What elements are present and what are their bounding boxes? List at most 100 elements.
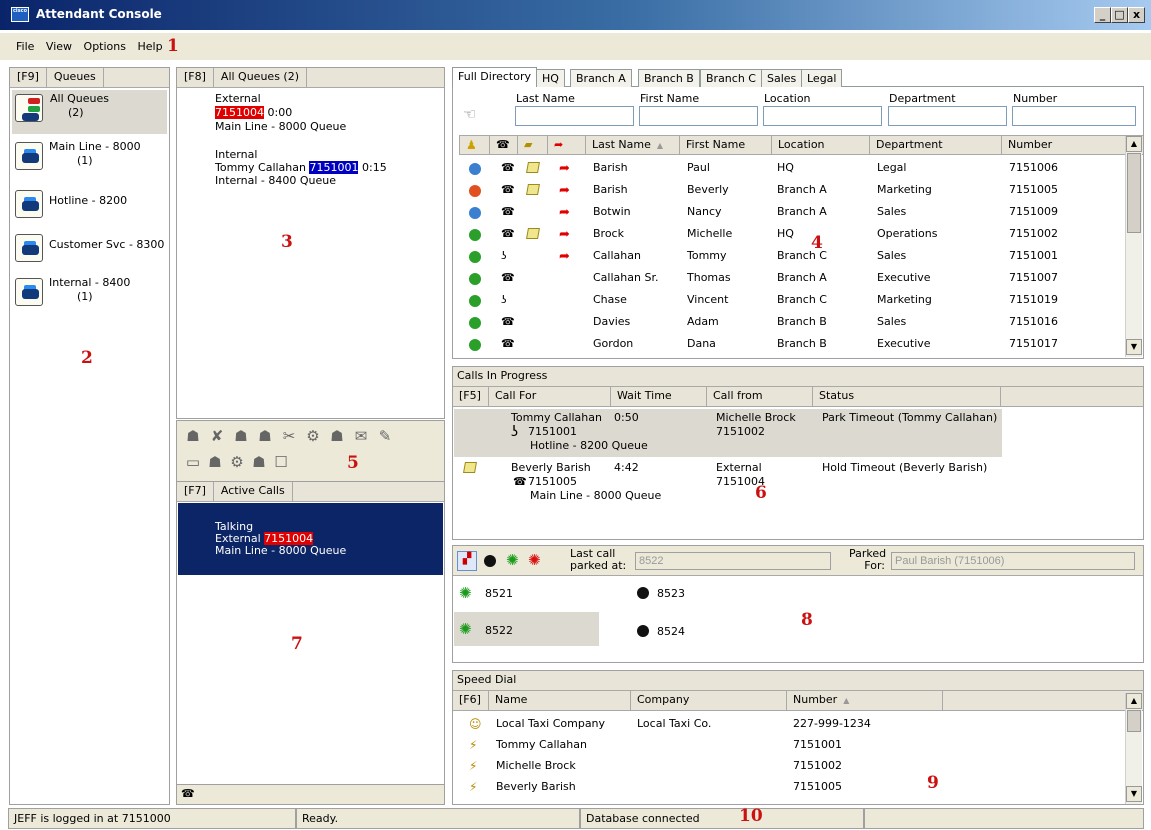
column-number[interactable]: Number — [1002, 136, 1126, 154]
directory-row[interactable]: ☎ ➦ Barish Paul HQ Legal 7151006 — [459, 157, 1125, 179]
directory-row[interactable]: ☎ Gordon Dana Branch B Executive 7151017 — [459, 333, 1125, 355]
display-icon[interactable]: ▭ — [183, 453, 203, 473]
phone-hold-icon[interactable]: ☗ — [205, 453, 225, 473]
release-icon[interactable]: ✘ — [207, 427, 227, 447]
minimize-button[interactable]: _ — [1094, 7, 1111, 23]
dial-icon[interactable]: ✉ — [351, 427, 371, 447]
scroll-up-button[interactable]: ▲ — [1126, 693, 1142, 709]
consult-transfer-icon[interactable]: ✂ — [279, 427, 299, 447]
forward-column-icon[interactable]: ➦ — [548, 136, 586, 154]
close-button[interactable]: x — [1128, 7, 1145, 23]
directory-row[interactable]: ☎ Davies Adam Branch B Sales 7151016 — [459, 311, 1125, 333]
conference-icon[interactable]: ⚙ — [303, 427, 323, 447]
status-login: JEFF is logged in at 7151000 — [8, 808, 296, 829]
redirect-icon[interactable]: ☐ — [271, 453, 291, 473]
park-slot-number: 8521 — [485, 587, 513, 600]
directory-row[interactable]: ☎ ➦ Botwin Nancy Branch A Sales 7151009 — [459, 201, 1125, 223]
search-icon[interactable]: ☜ — [463, 105, 476, 123]
call-time: 0:15 — [361, 161, 387, 174]
directory-row[interactable]: ☎ ➦ Brock Michelle HQ Operations 7151002 — [459, 223, 1125, 245]
menu-help[interactable]: Help — [137, 40, 162, 53]
answer-icon[interactable]: ☗ — [183, 427, 203, 447]
column-company[interactable]: Company — [631, 691, 787, 710]
cell-location: Branch B — [777, 337, 827, 350]
join-icon[interactable]: ⚙ — [227, 453, 247, 473]
queue-item-customer-svc[interactable]: Customer Svc - 8300 — [15, 230, 165, 274]
voicemail-icon[interactable]: ☗ — [249, 453, 269, 473]
queue-item-main-line[interactable]: Main Line - 8000 (1) — [15, 138, 165, 182]
scroll-up-button[interactable]: ▲ — [1126, 136, 1142, 152]
speed-dial-row[interactable]: ⚡ Michelle Brock 7151002 — [453, 755, 1121, 777]
scroll-thumb[interactable] — [1127, 710, 1141, 732]
directory-scrollbar[interactable]: ▲ ▼ — [1125, 136, 1142, 357]
park-slot-selected[interactable]: ✺ 8522 — [454, 612, 599, 646]
first-name-input[interactable] — [639, 106, 758, 126]
park-slot[interactable]: 8524 — [631, 616, 781, 646]
column-call-for[interactable]: Call For — [489, 387, 611, 406]
column-wait-time[interactable]: Wait Time — [611, 387, 707, 406]
directory-row[interactable]: ʖ ➦ Callahan Tommy Branch C Sales 7151001 — [459, 245, 1125, 267]
park-slot[interactable]: ✺ 8521 — [453, 578, 603, 608]
tab-sales[interactable]: Sales — [761, 69, 803, 87]
park-slot-empty-icon[interactable] — [484, 555, 496, 567]
speed-dial-row[interactable]: ☺ Local Taxi Company Local Taxi Co. 227-999… — [453, 713, 1121, 735]
number-input[interactable] — [1012, 106, 1136, 126]
column-first-name[interactable]: First Name — [680, 136, 772, 154]
maximize-button[interactable]: □ — [1111, 7, 1128, 23]
park-slot[interactable]: 8523 — [631, 578, 781, 608]
park-filter-icon[interactable]: ▞ — [457, 551, 477, 571]
tab-legal[interactable]: Legal — [801, 69, 843, 87]
phone-column-icon[interactable]: ☎ — [490, 136, 518, 154]
queue-call-internal[interactable]: Internal Tommy Callahan 7151001 0:15 Int… — [215, 148, 387, 187]
tab-branch-a[interactable]: Branch A — [570, 69, 632, 87]
hold-icon[interactable]: ☗ — [231, 427, 251, 447]
speed-dial-row[interactable]: ⚡ Beverly Barish 7151005 — [453, 776, 1121, 798]
speed-dial-icon: ⚡ — [469, 738, 478, 752]
park-icon[interactable]: ☗ — [327, 427, 347, 447]
active-call-item[interactable]: Talking External 7151004 Main Line - 800… — [178, 503, 443, 575]
note-column-icon[interactable]: ▰ — [518, 136, 548, 154]
queue-item-internal[interactable]: Internal - 8400 (1) — [15, 274, 165, 318]
location-input[interactable] — [763, 106, 882, 126]
menu-file[interactable]: File — [16, 40, 34, 53]
cell-name: Beverly Barish — [496, 780, 576, 793]
column-status[interactable]: Status — [813, 387, 1001, 406]
queue-item-all[interactable]: All Queues (2) — [12, 90, 167, 134]
scroll-thumb[interactable] — [1127, 153, 1141, 233]
column-location[interactable]: Location — [772, 136, 870, 154]
annotation-7: 7 — [291, 634, 303, 654]
department-input[interactable] — [888, 106, 1007, 126]
directory-row[interactable]: ʖ Chase Vincent Branch C Marketing 7151019 — [459, 289, 1125, 311]
speed-dial-row[interactable]: ⚡ Tommy Callahan 7151001 — [453, 734, 1121, 756]
park-slot-timeout-icon[interactable]: ✺ — [528, 551, 541, 569]
menu-view[interactable]: View — [46, 40, 72, 53]
queue-call-external[interactable]: External 7151004 0:00 Main Line - 8000 Q… — [215, 92, 346, 134]
queue-item-hotline[interactable]: Hotline - 8200 — [15, 186, 165, 230]
available-icon — [469, 317, 481, 329]
directory-row[interactable]: ☎ Callahan Sr. Thomas Branch A Executive 7151… — [459, 267, 1125, 289]
parked-for-field[interactable] — [891, 552, 1135, 570]
column-call-from[interactable]: Call from — [707, 387, 813, 406]
park-slot-available-icon[interactable]: ✺ — [506, 551, 519, 569]
column-last-name[interactable]: Last Name ▲ — [586, 136, 680, 154]
tab-full-directory[interactable]: Full Directory — [452, 67, 538, 88]
tab-hq[interactable]: HQ — [536, 69, 565, 87]
scroll-down-button[interactable]: ▼ — [1126, 339, 1142, 355]
scroll-down-button[interactable]: ▼ — [1126, 786, 1142, 802]
tab-branch-c[interactable]: Branch C — [700, 69, 762, 87]
column-department[interactable]: Department — [870, 136, 1002, 154]
directory-row[interactable]: ☎ ➦ Barish Beverly Branch A Marketing 7151005 — [459, 179, 1125, 201]
menu-options[interactable]: Options — [84, 40, 126, 53]
column-speed-number[interactable]: Number ▲ — [787, 691, 943, 710]
call-progress-row[interactable]: Beverly Barish ☎ 7151005 Main Line - 800… — [454, 459, 1002, 507]
speed-dial-scrollbar[interactable]: ▲ ▼ — [1125, 693, 1142, 804]
tab-branch-b[interactable]: Branch B — [638, 69, 700, 87]
cell-number: 7151002 — [793, 759, 842, 772]
last-name-input[interactable] — [515, 106, 634, 126]
presence-column-icon[interactable]: ♟ — [460, 136, 490, 154]
column-name[interactable]: Name — [489, 691, 631, 710]
transfer-icon[interactable]: ☗ — [255, 427, 275, 447]
last-parked-field[interactable] — [635, 552, 831, 570]
blind-transfer-icon[interactable]: ✎ — [375, 427, 395, 447]
call-progress-row[interactable]: Tommy Callahan ʖ 7151001 Hotline - 8200 … — [454, 409, 1002, 457]
